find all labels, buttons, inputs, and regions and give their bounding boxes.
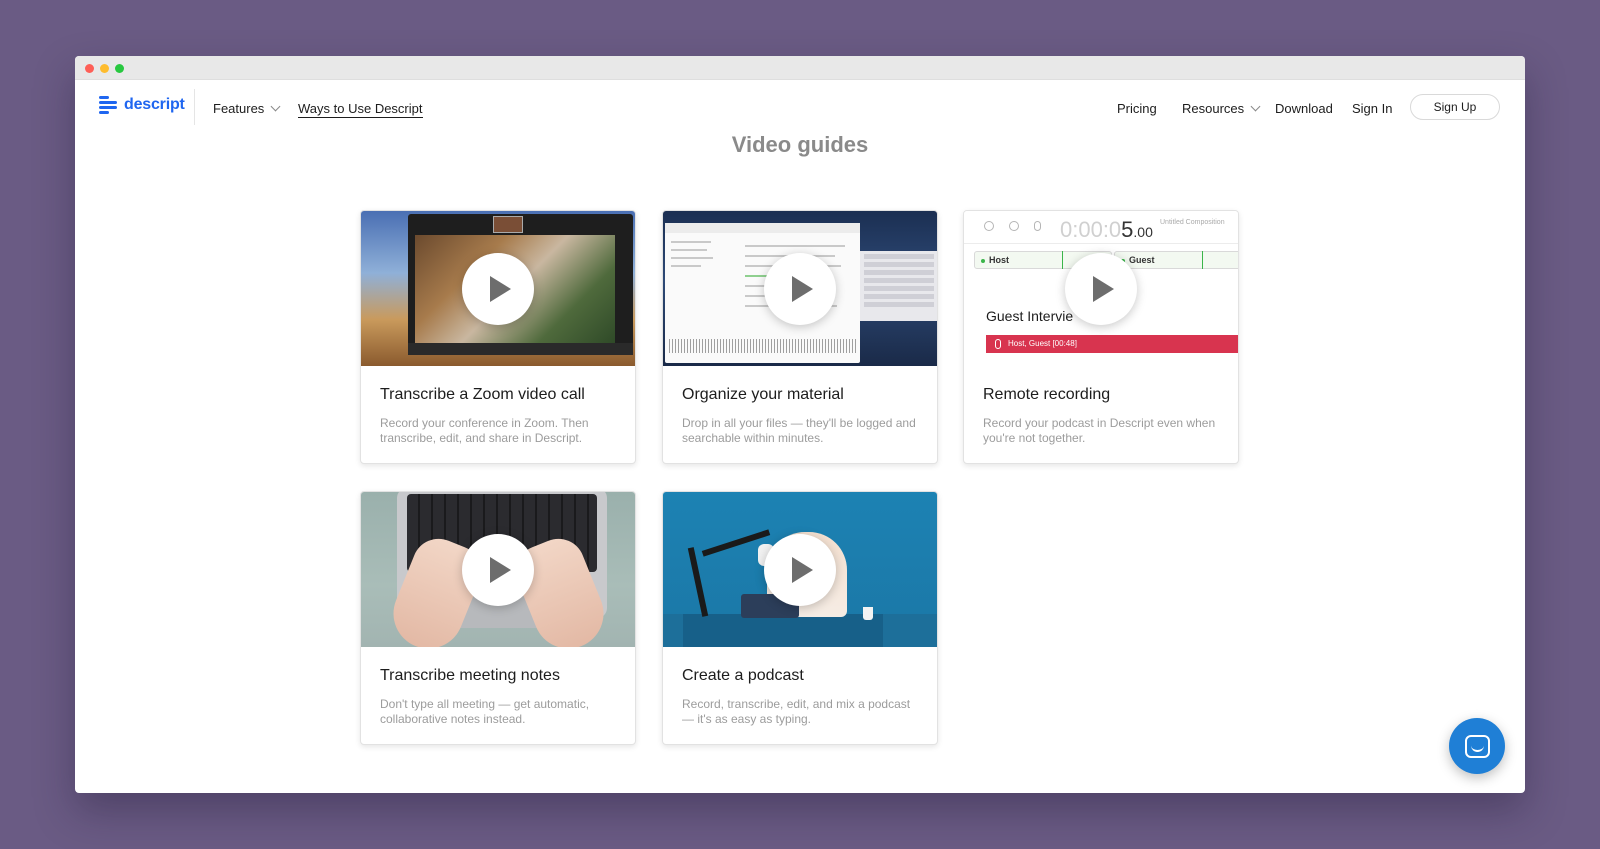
play-icon[interactable] — [764, 533, 836, 606]
nav-pricing[interactable]: Pricing — [1117, 101, 1157, 116]
video-card-organize[interactable]: Organize your material Drop in all your … — [662, 210, 938, 464]
nav-sign-in[interactable]: Sign In — [1352, 101, 1392, 116]
cup-graphic — [863, 607, 873, 620]
minimize-window-button[interactable] — [100, 64, 109, 73]
card-title: Organize your material — [682, 386, 844, 403]
video-thumbnail[interactable] — [663, 492, 937, 647]
waveform-graphic — [669, 339, 856, 353]
descript-logo[interactable]: descript — [99, 95, 185, 114]
nav-pricing-label: Pricing — [1117, 101, 1157, 116]
video-card-podcast[interactable]: Create a podcast Record, transcribe, edi… — [662, 491, 938, 745]
microphone-icon — [1034, 221, 1041, 231]
recording-clip-bar: Host, Guest [00:48] — [986, 335, 1238, 353]
title-bar — [75, 56, 1525, 80]
play-icon[interactable] — [764, 252, 836, 325]
nav-ways-to-use[interactable]: Ways to Use Descript — [298, 101, 423, 118]
nav-sign-in-label: Sign In — [1352, 101, 1393, 116]
video-thumbnail[interactable] — [361, 492, 635, 647]
logo-text: descript — [124, 95, 185, 113]
file-list-graphic — [860, 251, 937, 321]
close-window-button[interactable] — [85, 64, 94, 73]
mic-arm-graphic — [687, 547, 709, 617]
nav-download-label: Download — [1275, 101, 1333, 116]
descript-logo-icon — [99, 95, 117, 114]
video-thumbnail[interactable]: 0:00:05.00 Untitled Composition Host Gue… — [964, 211, 1238, 366]
nav-resources-label: Resources — [1182, 101, 1245, 116]
chat-icon — [1464, 734, 1490, 758]
video-thumbnail[interactable] — [361, 211, 635, 366]
nav-download[interactable]: Download — [1275, 101, 1333, 116]
card-title: Create a podcast — [682, 667, 804, 684]
video-card-zoom[interactable]: Transcribe a Zoom video call Record your… — [360, 210, 636, 464]
redo-icon — [984, 221, 994, 231]
card-description: Drop in all your files — they'll be logg… — [682, 416, 916, 445]
nav-features[interactable]: Features — [213, 101, 281, 116]
chevron-down-icon — [1250, 101, 1261, 112]
video-card-remote-recording[interactable]: 0:00:05.00 Untitled Composition Host Gue… — [963, 210, 1239, 464]
play-icon[interactable] — [1065, 252, 1137, 325]
nav-features-label: Features — [213, 101, 265, 116]
card-description: Record, transcribe, edit, and mix a podc… — [682, 697, 911, 726]
zoom-self-view — [493, 216, 523, 233]
page-title: Video guides — [731, 132, 869, 157]
composition-label: Untitled Composition — [1160, 219, 1225, 226]
guest-track: Guest — [1114, 251, 1238, 269]
card-title: Transcribe a Zoom video call — [380, 386, 585, 403]
nav-ways-label: Ways to Use Descript — [298, 101, 423, 116]
card-title: Transcribe meeting notes — [380, 667, 560, 684]
chat-launcher-button[interactable] — [1449, 718, 1505, 774]
record-timer: 0:00:05.00 — [1060, 217, 1153, 242]
zoom-controls-bar — [408, 343, 633, 355]
card-description: Don't type all meeting — get automatic, … — [380, 697, 590, 726]
nav-resources[interactable]: Resources — [1182, 101, 1261, 116]
settings-icon — [1009, 221, 1019, 231]
composition-title: Guest Intervie — [986, 308, 1074, 324]
card-title: Remote recording — [983, 386, 1111, 403]
chevron-down-icon — [270, 101, 281, 112]
sign-up-button[interactable]: Sign Up — [1410, 94, 1500, 120]
card-description: Record your podcast in Descript even whe… — [983, 416, 1216, 445]
video-thumbnail[interactable] — [663, 211, 937, 366]
browser-window: descript Features Ways to Use Descript P… — [75, 56, 1525, 793]
video-card-meeting-notes[interactable]: Transcribe meeting notes Don't type all … — [360, 491, 636, 745]
play-icon[interactable] — [462, 533, 534, 606]
nav-divider — [194, 89, 195, 125]
card-description: Record your conference in Zoom. Then tra… — [380, 416, 589, 445]
zoom-window-button[interactable] — [115, 64, 124, 73]
top-nav: descript Features Ways to Use Descript P… — [75, 80, 1525, 134]
play-icon[interactable] — [462, 252, 534, 325]
